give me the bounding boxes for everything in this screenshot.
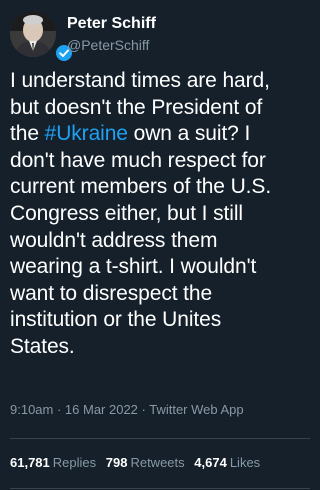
tweet-timestamp[interactable]: 9:10am · 16 Mar 2022 · Twitter Web App — [10, 402, 244, 418]
engagement-stats: 61,781 Replies 798 Retweets 4,674 Likes — [10, 455, 266, 471]
tweet-line: institution or the Unites — [10, 308, 222, 332]
tweet-line-text: own a suit? I — [127, 122, 251, 146]
tweet-line-text: the — [10, 122, 45, 146]
author-display-name[interactable]: Peter Schiff — [67, 14, 307, 34]
retweets-label: Retweets — [130, 455, 185, 470]
tweet-line: wearing a t-shirt. I wouldn't — [10, 255, 257, 279]
likes-label: Likes — [229, 455, 261, 470]
tweet-card: Peter Schiff @PeterSchiff I understand t… — [0, 0, 310, 490]
replies-label: Replies — [52, 455, 97, 470]
author-info: Peter Schiff @PeterSchiff — [67, 14, 307, 54]
retweets-stat[interactable]: 798 Retweets — [106, 455, 185, 470]
tweet-line: current members of the U.S. — [10, 175, 272, 199]
replies-count: 61,781 — [10, 455, 50, 470]
tweet-text: I understand times are hard, but doesn't… — [10, 68, 305, 361]
tweet-line: don't have much respect for — [10, 148, 266, 172]
tweet-line: Congress either, but I still — [10, 201, 243, 225]
tweet-line: the #Ukraine own a suit? I — [10, 121, 305, 148]
hashtag-link[interactable]: #Ukraine — [45, 122, 128, 145]
tweet-line: wouldn't address them — [10, 228, 218, 252]
avatar[interactable] — [10, 11, 56, 57]
tweet-line: want to disrespect the — [10, 281, 213, 305]
retweets-count: 798 — [105, 455, 128, 470]
tweet-line: States. — [10, 334, 75, 358]
author-handle[interactable]: @PeterSchiff — [67, 36, 307, 54]
divider — [10, 438, 310, 439]
tweet-line: I understand times are hard, — [10, 69, 270, 92]
tweet-line: but doesn't the President of — [10, 95, 263, 119]
likes-count: 4,674 — [194, 455, 227, 470]
likes-stat[interactable]: 4,674 Likes — [194, 455, 260, 470]
avatar-photo — [10, 11, 56, 57]
divider — [10, 488, 310, 489]
replies-stat[interactable]: 61,781 Replies — [10, 455, 96, 470]
